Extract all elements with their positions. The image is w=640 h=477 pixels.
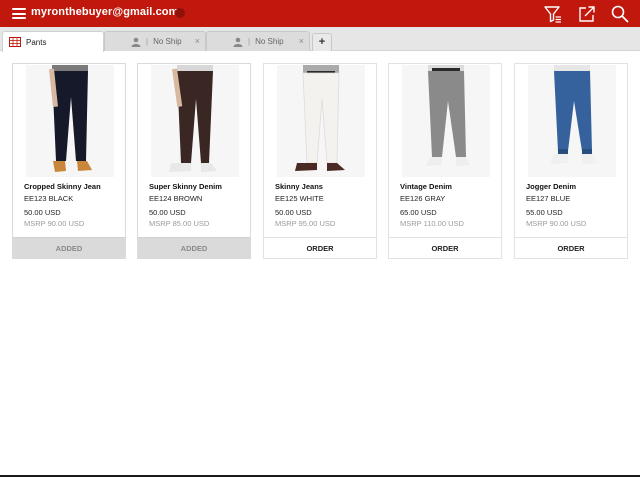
product-image[interactable] [528, 65, 616, 177]
product-name: Jogger Denim [526, 182, 577, 191]
product-price: 50.00 USD [149, 208, 186, 217]
product-sku: EE124 BROWN [149, 194, 203, 203]
product-name: Skinny Jeans [275, 182, 323, 191]
product-card[interactable]: Cropped Skinny Jean EE123 BLACK 50.00 US… [12, 63, 126, 259]
grid-icon [9, 37, 21, 47]
share-icon[interactable] [577, 4, 597, 24]
product-image[interactable] [26, 65, 114, 177]
search-icon[interactable] [610, 4, 630, 24]
product-card[interactable]: Skinny Jeans EE125 WHITE 50.00 USD MSRP … [263, 63, 377, 259]
top-bar: myronthebuyer@gmail.com [0, 0, 640, 27]
product-name: Super Skinny Denim [149, 182, 222, 191]
close-icon[interactable]: × [299, 36, 304, 46]
product-sku: EE126 GRAY [400, 194, 446, 203]
product-card[interactable]: Super Skinny Denim EE124 BROWN 50.00 USD… [137, 63, 251, 259]
app-window: myronthebuyer@gmail.com Pants | No Ship … [0, 0, 640, 477]
product-price: 50.00 USD [275, 208, 312, 217]
product-price: 65.00 USD [400, 208, 437, 217]
product-msrp: MSRP 90.00 USD [526, 219, 587, 228]
filter-icon[interactable] [543, 4, 563, 24]
product-msrp: MSRP 110.00 USD [400, 219, 464, 228]
product-sku: EE123 BLACK [24, 194, 74, 203]
product-name: Vintage Denim [400, 182, 452, 191]
added-button[interactable]: ADDED [138, 237, 250, 258]
product-msrp: MSRP 90.00 USD [24, 219, 85, 228]
tab-no-ship-1[interactable]: | No Ship × [104, 31, 206, 51]
add-tab-button[interactable]: + [312, 33, 332, 51]
product-sku: EE125 WHITE [275, 194, 324, 203]
product-price: 55.00 USD [526, 208, 563, 217]
close-icon[interactable]: × [195, 36, 200, 46]
tab-label: No Ship [153, 37, 182, 46]
product-msrp: MSRP 85.00 USD [149, 219, 210, 228]
product-image[interactable] [151, 65, 239, 177]
tab-separator: | [248, 37, 251, 46]
product-price: 50.00 USD [24, 208, 61, 217]
added-button[interactable]: ADDED [13, 237, 125, 258]
tab-bar: Pants | No Ship × | No Ship × + [0, 27, 640, 52]
product-image[interactable] [402, 65, 490, 177]
product-msrp: MSRP 95.00 USD [275, 219, 336, 228]
tab-no-ship-2[interactable]: | No Ship × [206, 31, 310, 51]
person-icon [233, 37, 243, 47]
tab-separator: | [146, 37, 149, 46]
order-button[interactable]: ORDER [389, 237, 501, 258]
user-email[interactable]: myronthebuyer@gmail.com [31, 6, 179, 18]
order-button[interactable]: ORDER [515, 237, 627, 258]
menu-icon[interactable] [12, 8, 26, 19]
tab-label: No Ship [255, 37, 284, 46]
product-card[interactable]: Vintage Denim EE126 GRAY 65.00 USD MSRP … [388, 63, 502, 259]
product-name: Cropped Skinny Jean [24, 182, 101, 191]
tab-label: Pants [26, 37, 47, 47]
tab-pants[interactable]: Pants [2, 31, 104, 52]
person-icon [131, 37, 141, 47]
product-image[interactable] [277, 65, 365, 177]
product-card[interactable]: Jogger Denim EE127 BLUE 55.00 USD MSRP 9… [514, 63, 628, 259]
product-sku: EE127 BLUE [526, 194, 571, 203]
order-button[interactable]: ORDER [264, 237, 376, 258]
status-indicator [175, 8, 185, 18]
